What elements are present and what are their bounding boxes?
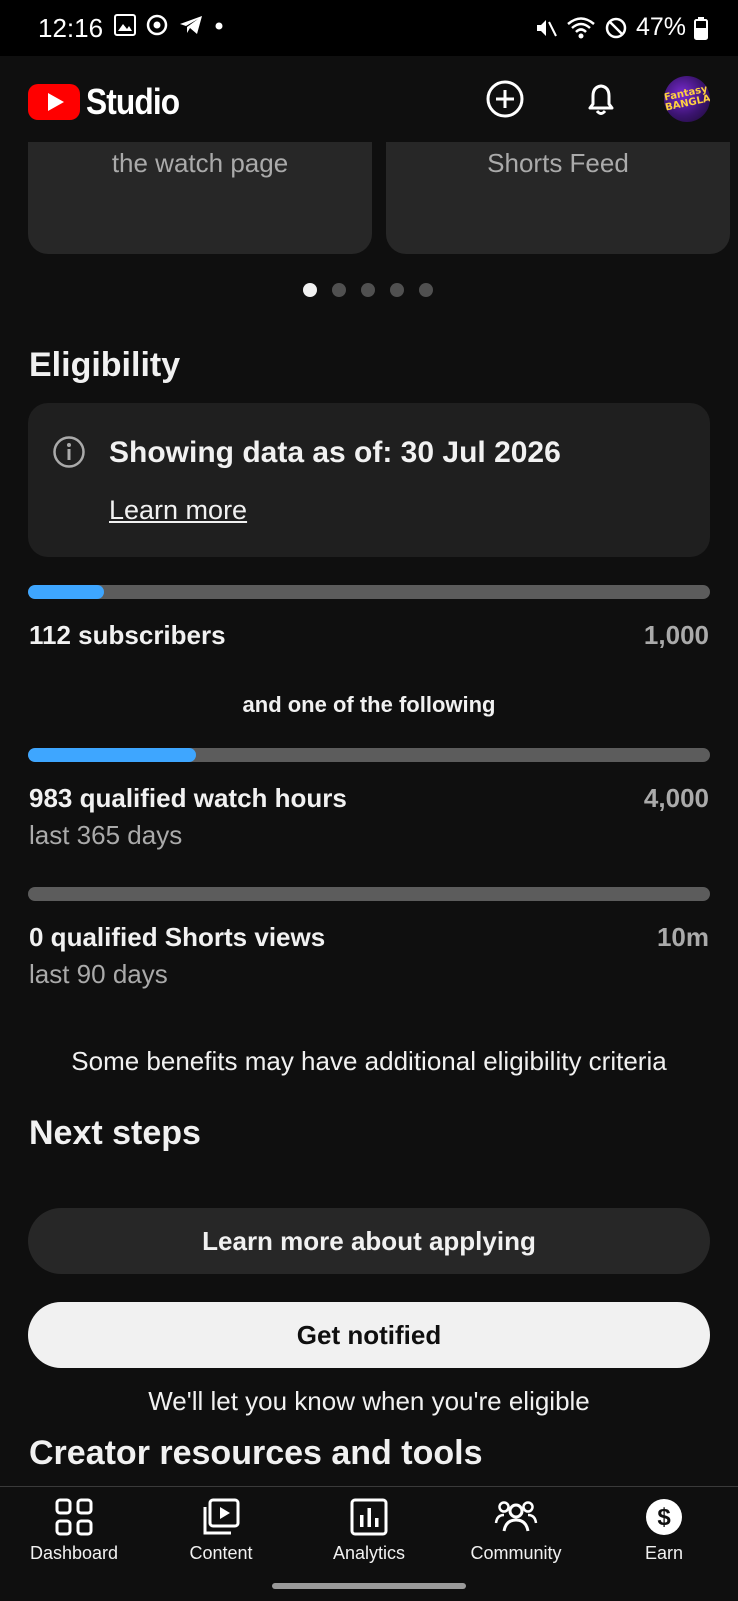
- watch-hours-progress-bar: [28, 748, 710, 762]
- subscribers-label: 112 subscribers: [29, 620, 226, 650]
- notify-caption: We'll let you know when you're eligible: [148, 1386, 590, 1416]
- card-text: Shorts Feed: [487, 148, 629, 178]
- create-icon[interactable]: [484, 78, 526, 120]
- app-bar: Studio Fantasy BANGLA: [0, 56, 738, 142]
- watch-hours-period: last 365 days: [29, 820, 183, 850]
- notifications-bell-icon[interactable]: [580, 78, 622, 120]
- subscribers-target: 1,000: [643, 620, 709, 650]
- app-title: Studio: [86, 81, 180, 122]
- community-icon: [494, 1501, 538, 1532]
- carousel-dot[interactable]: [332, 283, 346, 297]
- shorts-views-progress-bar: [28, 887, 710, 901]
- nav-label: Community: [470, 1543, 562, 1563]
- youtube-logo-icon: [28, 84, 80, 120]
- carousel-dot[interactable]: [361, 283, 375, 297]
- svg-text:$: $: [657, 1504, 671, 1531]
- nav-label: Dashboard: [29, 1543, 119, 1563]
- carousel-card-watch-page[interactable]: the watch page: [28, 142, 372, 254]
- data-as-of-text: Showing data as of: 30 Jul 2026: [109, 436, 561, 469]
- more-dot-icon: [215, 22, 223, 30]
- nav-analytics[interactable]: Analytics: [295, 1497, 443, 1564]
- watch-hours-label: 983 qualified watch hours: [29, 783, 347, 813]
- nav-dashboard[interactable]: Dashboard: [0, 1497, 148, 1564]
- status-notification-icons: [114, 14, 224, 36]
- nav-label: Analytics: [332, 1543, 406, 1563]
- nav-earn[interactable]: $ Earn: [590, 1497, 738, 1564]
- nav-community[interactable]: Community: [442, 1497, 590, 1564]
- gallery-icon: [114, 14, 136, 36]
- carousel-dot[interactable]: [419, 283, 433, 297]
- subscribers-progress-bar: [28, 585, 710, 599]
- system-home-indicator[interactable]: [272, 1583, 466, 1589]
- mute-icon: [536, 19, 557, 36]
- carousel-pagination: [303, 283, 433, 297]
- watch-hours-target: 4,000: [643, 783, 709, 813]
- status-time: 12:16: [38, 13, 104, 43]
- content-icon: [203, 1498, 240, 1535]
- status-system-icons: 47%: [534, 13, 708, 42]
- subscribers-progress-fill: [28, 585, 105, 599]
- status-bar: 12:16 47%: [0, 0, 738, 56]
- carousel-card-shorts-feed[interactable]: Shorts Feed: [386, 142, 730, 254]
- nav-label: Content: [189, 1543, 253, 1563]
- shorts-views-period: last 90 days: [29, 959, 168, 989]
- battery-icon: [694, 16, 708, 40]
- earn-icon: $: [646, 1499, 682, 1535]
- analytics-icon: [350, 1498, 388, 1536]
- telegram-icon: [180, 16, 202, 34]
- nav-content[interactable]: Content: [147, 1497, 295, 1564]
- learn-more-about-applying-button[interactable]: Learn more about applying: [28, 1208, 710, 1274]
- creator-resources-heading: Creator resources and tools: [29, 1434, 483, 1472]
- carousel-dot[interactable]: [303, 283, 317, 297]
- eligibility-heading: Eligibility: [29, 346, 181, 384]
- next-steps-heading: Next steps: [29, 1114, 201, 1152]
- wifi-icon: [567, 16, 595, 38]
- carousel-dot[interactable]: [390, 283, 404, 297]
- watch-hours-progress-fill: [28, 748, 196, 762]
- data-info-box: Showing data as of: 30 Jul 2026 Learn mo…: [28, 403, 710, 557]
- info-icon: [53, 436, 85, 468]
- shorts-views-label: 0 qualified Shorts views: [29, 922, 326, 952]
- eligibility-note: Some benefits may have additional eligib…: [71, 1046, 667, 1076]
- account-avatar[interactable]: Fantasy BANGLA: [664, 76, 710, 122]
- shorts-views-target: 10m: [656, 922, 709, 952]
- or-separator-text: and one of the following: [242, 692, 496, 717]
- dnd-icon: [605, 17, 627, 38]
- studio-logo[interactable]: Studio: [28, 81, 192, 123]
- nav-label: Earn: [644, 1543, 684, 1563]
- battery-percent: 47%: [635, 13, 686, 41]
- get-notified-button[interactable]: Get notified: [28, 1302, 710, 1368]
- card-text: the watch page: [111, 148, 289, 178]
- avatar-text: Fantasy BANGLA: [664, 83, 710, 114]
- chrome-icon: [146, 14, 168, 36]
- dashboard-icon: [55, 1498, 93, 1536]
- learn-more-link[interactable]: Learn more: [109, 495, 247, 526]
